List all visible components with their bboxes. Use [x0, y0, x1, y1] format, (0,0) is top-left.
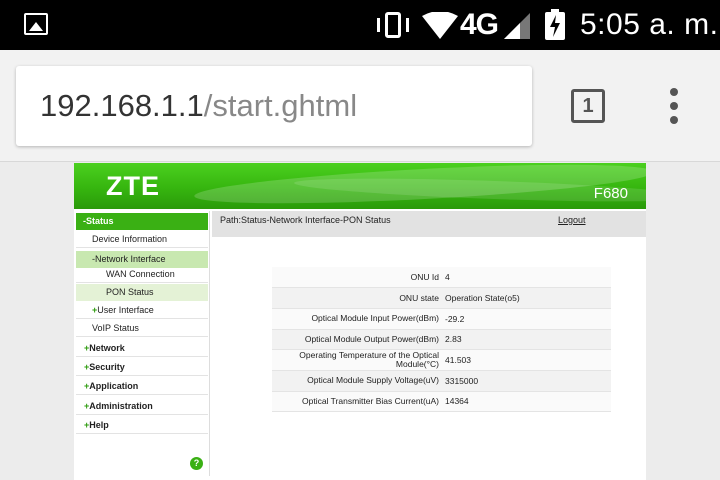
- sidebar-menu: -Status Device Information -Network Inte…: [74, 211, 210, 476]
- overflow-menu-icon[interactable]: [668, 88, 680, 124]
- row-value: 4: [442, 267, 611, 289]
- sidebar-item-label: Network: [89, 343, 125, 353]
- table-row: Optical Module Supply Voltage(uV) 3315000: [272, 370, 611, 392]
- sidebar-item-label: Security: [89, 362, 125, 372]
- battery-charging-icon: [545, 9, 565, 40]
- sidebar-item-label: User Interface: [97, 305, 154, 315]
- table-row: Optical Module Input Power(dBm) -29.2: [272, 308, 611, 330]
- status-bar: 4G 5:05 a. m.: [0, 0, 720, 50]
- tab-switcher-button[interactable]: 1: [571, 89, 605, 123]
- row-value: 14364: [442, 391, 611, 413]
- sidebar-item-user-interface[interactable]: +User Interface: [76, 302, 208, 319]
- browser-toolbar: 192.168.1.1/start.ghtml 1: [0, 50, 720, 162]
- row-label: Operating Temperature of the Optical Mod…: [272, 349, 442, 371]
- url-path: /start.ghtml: [203, 88, 358, 123]
- router-frame: ZTE F680 -Status Device Information -Net…: [74, 163, 646, 480]
- row-label: ONU Id: [272, 267, 442, 289]
- address-bar[interactable]: 192.168.1.1/start.ghtml: [16, 66, 532, 146]
- row-value: 2.83: [442, 329, 611, 351]
- row-value: -29.2: [442, 308, 611, 330]
- header-banner: ZTE F680: [74, 163, 646, 209]
- row-value: 3315000: [442, 370, 611, 392]
- sidebar-item-device-information[interactable]: Device Information: [76, 231, 208, 248]
- cell-signal-icon: [504, 13, 530, 39]
- web-page: ZTE F680 -Status Device Information -Net…: [0, 163, 720, 480]
- row-value: Operation State(o5): [442, 287, 611, 309]
- image-notification-icon: [24, 13, 48, 35]
- url-host: 192.168.1.1: [40, 88, 204, 123]
- sidebar-item-label: Application: [89, 381, 139, 391]
- sidebar-item-administration[interactable]: +Administration: [76, 398, 208, 415]
- sidebar-item-application[interactable]: +Application: [76, 378, 208, 395]
- table-row: ONU Id 4: [272, 267, 611, 289]
- sidebar-item-pon-status[interactable]: PON Status: [76, 284, 208, 301]
- table-row: Optical Transmitter Bias Current(uA) 1436…: [272, 391, 611, 413]
- sidebar-item-voip-status[interactable]: VoIP Status: [76, 320, 208, 337]
- logout-link[interactable]: Logout: [558, 215, 586, 225]
- sidebar-item-help[interactable]: +Help: [76, 417, 208, 434]
- row-label: Optical Module Input Power(dBm): [272, 308, 442, 330]
- clock: 5:05 a. m.: [580, 8, 719, 41]
- table-row: Optical Module Output Power(dBm) 2.83: [272, 329, 611, 351]
- zte-logo: ZTE: [106, 171, 160, 201]
- sidebar-item-network[interactable]: +Network: [76, 340, 208, 357]
- row-label: Optical Module Output Power(dBm): [272, 329, 442, 351]
- sidebar-item-label: Help: [89, 420, 109, 430]
- wifi-icon: [422, 12, 458, 39]
- pon-status-table: ONU Id 4 ONU state Operation State(o5) Opt…: [272, 267, 611, 413]
- vibrate-icon: [376, 10, 410, 40]
- sidebar-item-wan-connection[interactable]: WAN Connection: [76, 266, 208, 283]
- network-type-label: 4G: [460, 8, 499, 41]
- sidebar-item-label: Administration: [89, 401, 153, 411]
- sidebar-item-security[interactable]: +Security: [76, 359, 208, 376]
- table-row: ONU state Operation State(o5): [272, 287, 611, 309]
- row-value: 41.503: [442, 349, 611, 371]
- row-label: Optical Module Supply Voltage(uV): [272, 370, 442, 392]
- sidebar-item-status[interactable]: -Status: [76, 213, 208, 230]
- table-row: Operating Temperature of the Optical Mod…: [272, 349, 611, 371]
- breadcrumb-path: Path:Status-Network Interface-PON Status: [220, 215, 391, 225]
- model-label: F680: [593, 185, 628, 202]
- row-label: Optical Transmitter Bias Current(uA): [272, 391, 442, 413]
- url-text[interactable]: 192.168.1.1/start.ghtml: [40, 88, 357, 124]
- breadcrumb: Path:Status-Network Interface-PON Status…: [212, 211, 646, 237]
- row-label: ONU state: [272, 287, 442, 309]
- help-icon[interactable]: ?: [190, 457, 203, 470]
